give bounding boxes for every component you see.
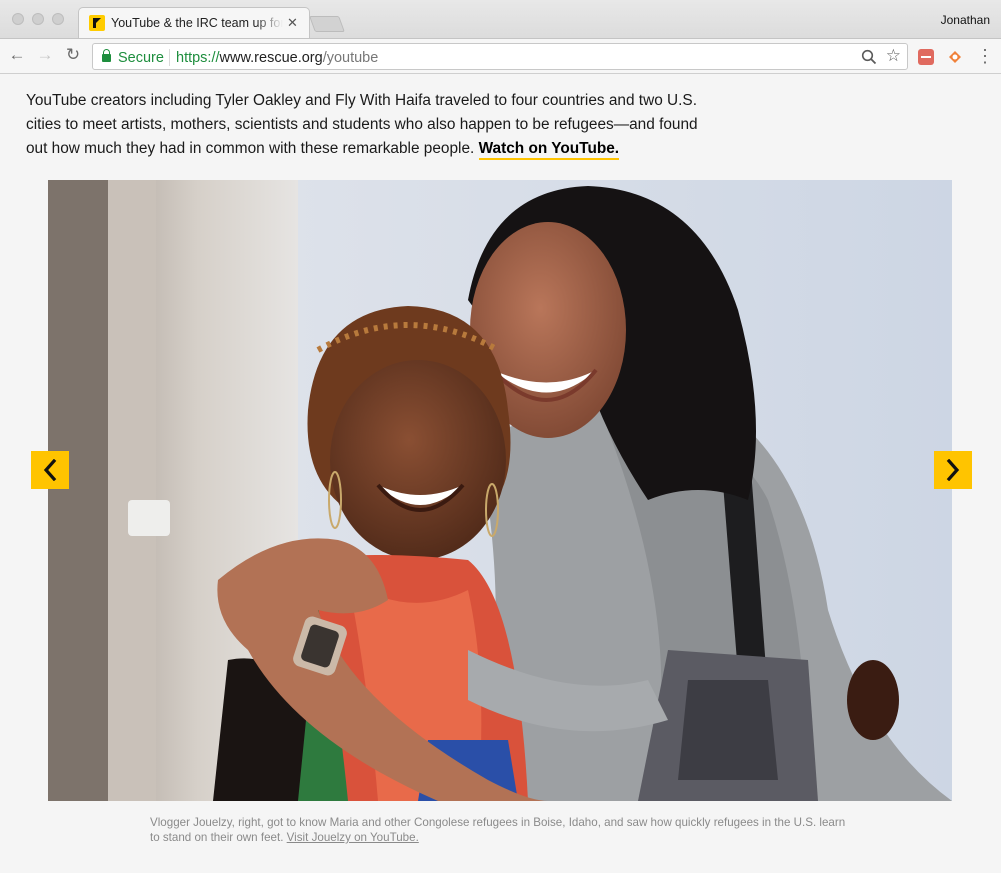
window-minimize-button[interactable] (32, 13, 44, 25)
intro-paragraph: YouTube creators including Tyler Oakley … (26, 89, 706, 161)
url-text[interactable]: https://www.rescue.org/youtube (176, 50, 378, 66)
new-tab-button[interactable] (309, 16, 345, 32)
lock-icon (102, 49, 111, 62)
url-host: www.rescue.org (219, 50, 323, 66)
watch-on-youtube-link[interactable]: Watch on YouTube. (478, 140, 620, 160)
address-divider (169, 49, 170, 66)
carousel-next-button[interactable] (934, 451, 972, 489)
orange-extension-icon[interactable] (946, 48, 964, 66)
browser-menu-icon[interactable]: ⋮ (976, 45, 994, 67)
bookmark-star-icon[interactable]: ☆ (886, 46, 901, 66)
photo-caption: Vlogger Jouelzy, right, got to know Mari… (150, 815, 850, 845)
red-extension-icon[interactable] (918, 49, 934, 65)
chevron-left-icon (43, 459, 57, 481)
chevron-right-icon (946, 459, 960, 481)
visit-jouelzy-link[interactable]: Visit Jouelzy on YouTube. (287, 831, 419, 844)
url-path: /youtube (322, 50, 379, 66)
carousel-prev-button[interactable] (31, 451, 69, 489)
back-arrow-icon[interactable]: ← (6, 44, 28, 66)
profile-name[interactable]: Jonathan (941, 13, 990, 27)
browser-tab-active[interactable]: YouTube & the IRC team up for ✕ (78, 7, 310, 38)
window-close-button[interactable] (12, 13, 24, 25)
reload-icon[interactable]: ↻ (62, 44, 84, 66)
secure-label: Secure (118, 50, 164, 66)
browser-title-bar: YouTube & the IRC team up for ✕ Jonathan (0, 0, 1001, 38)
window-zoom-button[interactable] (52, 13, 64, 25)
url-scheme: https:// (176, 50, 220, 66)
irc-logo-icon (89, 15, 105, 31)
address-bar[interactable]: Secure https://www.rescue.org/youtube ☆ (92, 43, 908, 70)
two-women-hugging-photo (48, 180, 952, 801)
tab-title: YouTube & the IRC team up for (111, 16, 283, 30)
browser-toolbar: ← → ↻ Secure https://www.rescue.org/yout… (0, 38, 1001, 74)
forward-arrow-icon[interactable]: → (34, 44, 56, 66)
tab-close-icon[interactable]: ✕ (287, 15, 298, 31)
zoom-icon[interactable] (861, 49, 877, 65)
caption-text: Vlogger Jouelzy, right, got to know Mari… (150, 816, 846, 844)
